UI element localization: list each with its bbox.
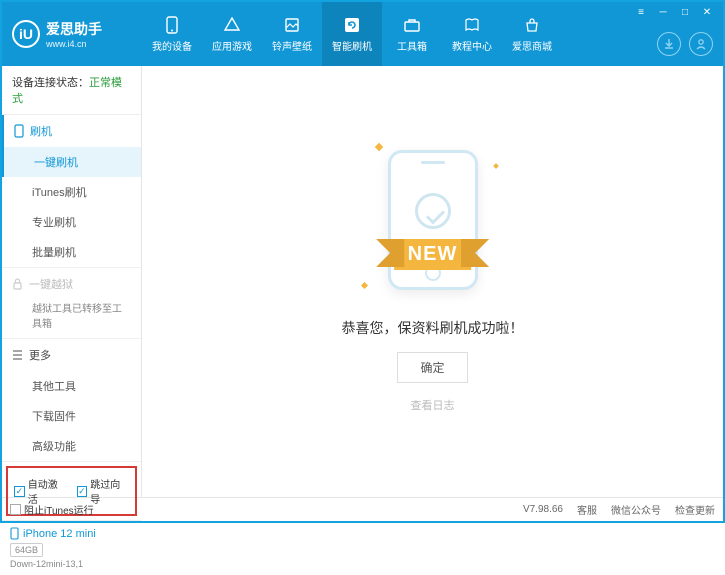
checkbox-label: 阻止iTunes运行 [24,502,94,517]
version-label: V7.98.66 [523,504,563,515]
refresh-icon [343,16,361,34]
device-block[interactable]: iPhone 12 mini 64GB Down-12mini-13,1 [2,520,141,575]
phone-icon [163,16,181,34]
app-header: iU 爱思助手 www.i4.cn 我的设备 应用游戏 铃声壁纸 智能刷机 工具… [2,2,723,66]
success-message: 恭喜您，保资料刷机成功啦！ [342,318,524,338]
main-content: NEW 恭喜您，保资料刷机成功啦！ 确定 查看日志 [142,66,723,497]
storage-badge: 64GB [10,543,43,557]
view-log-link[interactable]: 查看日志 [411,397,455,413]
sidebar-item-advanced[interactable]: 高级功能 [2,431,141,461]
list-icon [12,350,23,360]
nav-label: 工具箱 [397,38,427,53]
sidebar-jailbreak-header: 一键越狱 [2,268,141,300]
sidebar-more-header[interactable]: 更多 [2,339,141,371]
logo-block: iU 爱思助手 www.i4.cn [2,19,142,49]
close-icon[interactable]: ✕ [697,5,717,19]
sidebar-item-itunes[interactable]: iTunes刷机 [2,177,141,207]
nav-tutorial[interactable]: 教程中心 [442,2,502,66]
nav-apps[interactable]: 应用游戏 [202,2,262,66]
section-title: 更多 [29,347,51,363]
device-name: iPhone 12 mini [23,528,96,540]
nav-label: 教程中心 [452,38,492,53]
update-link[interactable]: 检查更新 [675,502,715,517]
nav-ringtone[interactable]: 铃声壁纸 [262,2,322,66]
book-icon [463,16,481,34]
sidebar-flash-header[interactable]: 刷机 [2,115,141,147]
phone-small-icon [14,124,24,138]
nav-my-device[interactable]: 我的设备 [142,2,202,66]
nav-toolbox[interactable]: 工具箱 [382,2,442,66]
success-illustration: NEW [358,140,508,300]
device-model: Down-12mini-13,1 [10,559,133,569]
app-subtitle: www.i4.cn [46,39,102,49]
nav-label: 智能刷机 [332,38,372,53]
nav-smart-flash[interactable]: 智能刷机 [322,2,382,66]
section-title: 一键越狱 [29,276,73,292]
sidebar-item-oneclick[interactable]: 一键刷机 [2,147,141,177]
wechat-link[interactable]: 微信公众号 [611,502,661,517]
app-title: 爱思助手 [46,19,102,39]
nav-label: 爱思商城 [512,38,552,53]
confirm-button[interactable]: 确定 [397,352,467,383]
sidebar-item-pro[interactable]: 专业刷机 [2,207,141,237]
user-icon[interactable] [689,32,713,56]
main-nav: 我的设备 应用游戏 铃声壁纸 智能刷机 工具箱 教程中心 爱思商城 [142,2,562,66]
section-title: 刷机 [30,123,52,139]
apps-icon [223,16,241,34]
maximize-icon[interactable]: □ [675,5,695,19]
nav-store[interactable]: 爱思商城 [502,2,562,66]
sidebar-item-firmware[interactable]: 下载固件 [2,401,141,431]
nav-label: 应用游戏 [212,38,252,53]
check-icon: ✓ [14,486,25,497]
sidebar: 设备连接状态：正常模式 刷机 一键刷机 iTunes刷机 专业刷机 批量刷机 一… [2,66,142,497]
nav-label: 铃声壁纸 [272,38,312,53]
jailbreak-note: 越狱工具已转移至工具箱 [2,300,141,338]
new-ribbon: NEW [394,239,472,270]
nav-label: 我的设备 [152,38,192,53]
checkbox-empty-icon [10,504,21,515]
store-icon [523,16,541,34]
toolbox-icon [403,16,421,34]
phone-tiny-icon [10,527,19,540]
status-label: 设备连接状态： [12,77,89,89]
device-status: 设备连接状态：正常模式 [2,66,141,115]
checkbox-label: 跳过向导 [90,476,129,506]
logo-icon: iU [12,20,40,48]
wallpaper-icon [283,16,301,34]
sidebar-item-tools[interactable]: 其他工具 [2,371,141,401]
check-icon: ✓ [77,486,88,497]
window-controls: ≡ ─ □ ✕ [631,5,717,19]
lock-icon [12,278,23,290]
service-link[interactable]: 客服 [577,502,597,517]
menu-icon[interactable]: ≡ [631,5,651,19]
minimize-icon[interactable]: ─ [653,5,673,19]
download-icon[interactable] [657,32,681,56]
checkbox-block-itunes[interactable]: 阻止iTunes运行 [10,502,94,517]
sidebar-item-batch[interactable]: 批量刷机 [2,237,141,267]
